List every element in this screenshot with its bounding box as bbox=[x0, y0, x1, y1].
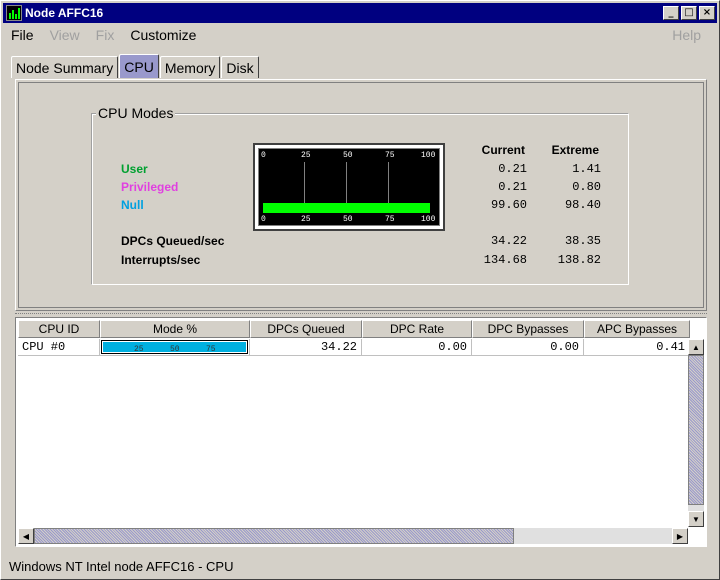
null-label: Null bbox=[121, 198, 144, 212]
cpu-modes-gauge: 0 25 50 75 100 0 25 50 75 100 bbox=[253, 143, 445, 231]
column-header-dpc-rate[interactable]: DPC Rate bbox=[362, 320, 472, 338]
user-label: User bbox=[121, 162, 148, 176]
user-extreme: 1.41 bbox=[572, 162, 601, 176]
column-header-dpc-bypasses[interactable]: DPC Bypasses bbox=[472, 320, 584, 338]
gauge-tick-top: 75 bbox=[385, 151, 395, 160]
menu-bar: File View Fix Customize Help bbox=[3, 24, 717, 46]
scroll-right-button[interactable]: ▶ bbox=[672, 528, 688, 544]
tab-node-summary[interactable]: Node Summary bbox=[11, 56, 119, 78]
maximize-button[interactable]: □ bbox=[681, 6, 697, 20]
gauge-display: 0 25 50 75 100 0 25 50 75 100 bbox=[258, 148, 440, 226]
tab-strip: Node Summary CPU Memory Disk bbox=[11, 54, 260, 78]
tab-disk[interactable]: Disk bbox=[221, 56, 259, 78]
gauge-tick-bottom: 100 bbox=[421, 215, 436, 224]
null-current: 99.60 bbox=[490, 198, 527, 212]
gauge-tick-bottom: 75 bbox=[385, 215, 395, 224]
vertical-scrollbar[interactable]: ▲ ▼ bbox=[688, 339, 704, 527]
performance-monitor-icon bbox=[6, 5, 22, 21]
interrupts-current: 134.68 bbox=[483, 253, 527, 267]
privileged-label: Privileged bbox=[121, 180, 179, 194]
table-row[interactable]: CPU #0 25 50 75 34.22 0.00 0.00 0.41 bbox=[18, 339, 690, 356]
dpcs-queued-current: 34.22 bbox=[490, 234, 527, 248]
tab-memory[interactable]: Memory bbox=[159, 56, 221, 78]
dpcs-queued-cell: 34.22 bbox=[250, 339, 362, 356]
scroll-up-button[interactable]: ▲ bbox=[688, 339, 704, 355]
extreme-header: Extreme bbox=[551, 143, 599, 157]
tab-cpu[interactable]: CPU bbox=[119, 54, 159, 78]
menu-file[interactable]: File bbox=[3, 27, 42, 43]
scroll-down-button[interactable]: ▼ bbox=[688, 511, 704, 527]
application-window: Node AFFC16 _ □ × File View Fix Customiz… bbox=[0, 0, 720, 580]
gauge-tick-bottom: 50 bbox=[343, 215, 353, 224]
menu-help[interactable]: Help bbox=[664, 27, 709, 43]
mode-bar: 25 50 75 bbox=[101, 340, 248, 354]
gauge-tick-top: 0 bbox=[261, 151, 266, 160]
dpcs-queued-extreme: 38.35 bbox=[564, 234, 601, 248]
apc-bypasses-cell: 0.41 bbox=[584, 339, 690, 356]
gauge-tick-top: 50 bbox=[343, 151, 353, 160]
mode-bar-tick: 75 bbox=[206, 345, 216, 354]
gauge-tick-bottom: 25 bbox=[301, 215, 311, 224]
column-header-mode[interactable]: Mode % bbox=[100, 320, 250, 338]
dpc-bypasses-cell: 0.00 bbox=[472, 339, 584, 356]
title-bar[interactable]: Node AFFC16 _ □ × bbox=[3, 3, 717, 23]
menu-view[interactable]: View bbox=[42, 27, 88, 43]
table-header: CPU ID Mode % DPCs Queued DPC Rate DPC B… bbox=[18, 320, 690, 338]
interrupts-label: Interrupts/sec bbox=[121, 253, 201, 267]
mode-bar-tick: 50 bbox=[170, 345, 180, 354]
cpu-modes-title: CPU Modes bbox=[96, 105, 176, 121]
dpcs-queued-label: DPCs Queued/sec bbox=[121, 234, 225, 248]
column-header-apc-bypasses[interactable]: APC Bypasses bbox=[584, 320, 690, 338]
gauge-tick-top: 25 bbox=[301, 151, 311, 160]
mode-bar-tick: 25 bbox=[134, 345, 144, 354]
null-mode-bar bbox=[263, 203, 431, 213]
vertical-scroll-thumb[interactable] bbox=[688, 355, 704, 505]
mode-cell: 25 50 75 bbox=[100, 339, 250, 356]
null-extreme: 98.40 bbox=[564, 198, 601, 212]
window-title: Node AFFC16 bbox=[25, 6, 104, 20]
dpc-rate-cell: 0.00 bbox=[362, 339, 472, 356]
cpu-id-cell: CPU #0 bbox=[18, 339, 100, 356]
column-header-dpcs-queued[interactable]: DPCs Queued bbox=[250, 320, 362, 338]
column-header-cpu-id[interactable]: CPU ID bbox=[18, 320, 100, 338]
gauge-tick-bottom: 0 bbox=[261, 215, 266, 224]
interrupts-extreme: 138.82 bbox=[557, 253, 601, 267]
cpu-table: CPU ID Mode % DPCs Queued DPC Rate DPC B… bbox=[15, 317, 707, 547]
current-header: Current bbox=[481, 143, 525, 157]
scroll-left-button[interactable]: ◀ bbox=[18, 528, 34, 544]
minimize-button[interactable]: _ bbox=[663, 6, 679, 20]
user-current: 0.21 bbox=[498, 162, 527, 176]
gauge-tick-top: 100 bbox=[421, 151, 436, 160]
horizontal-scroll-thumb[interactable] bbox=[34, 528, 514, 544]
menu-customize[interactable]: Customize bbox=[122, 27, 204, 43]
privileged-current: 0.21 bbox=[498, 180, 527, 194]
privileged-extreme: 0.80 bbox=[572, 180, 601, 194]
status-bar-text: Windows NT Intel node AFFC16 - CPU bbox=[9, 559, 234, 574]
close-button[interactable]: × bbox=[699, 6, 715, 20]
horizontal-scrollbar[interactable]: ◀ ▶ bbox=[18, 528, 688, 544]
menu-fix[interactable]: Fix bbox=[88, 27, 123, 43]
